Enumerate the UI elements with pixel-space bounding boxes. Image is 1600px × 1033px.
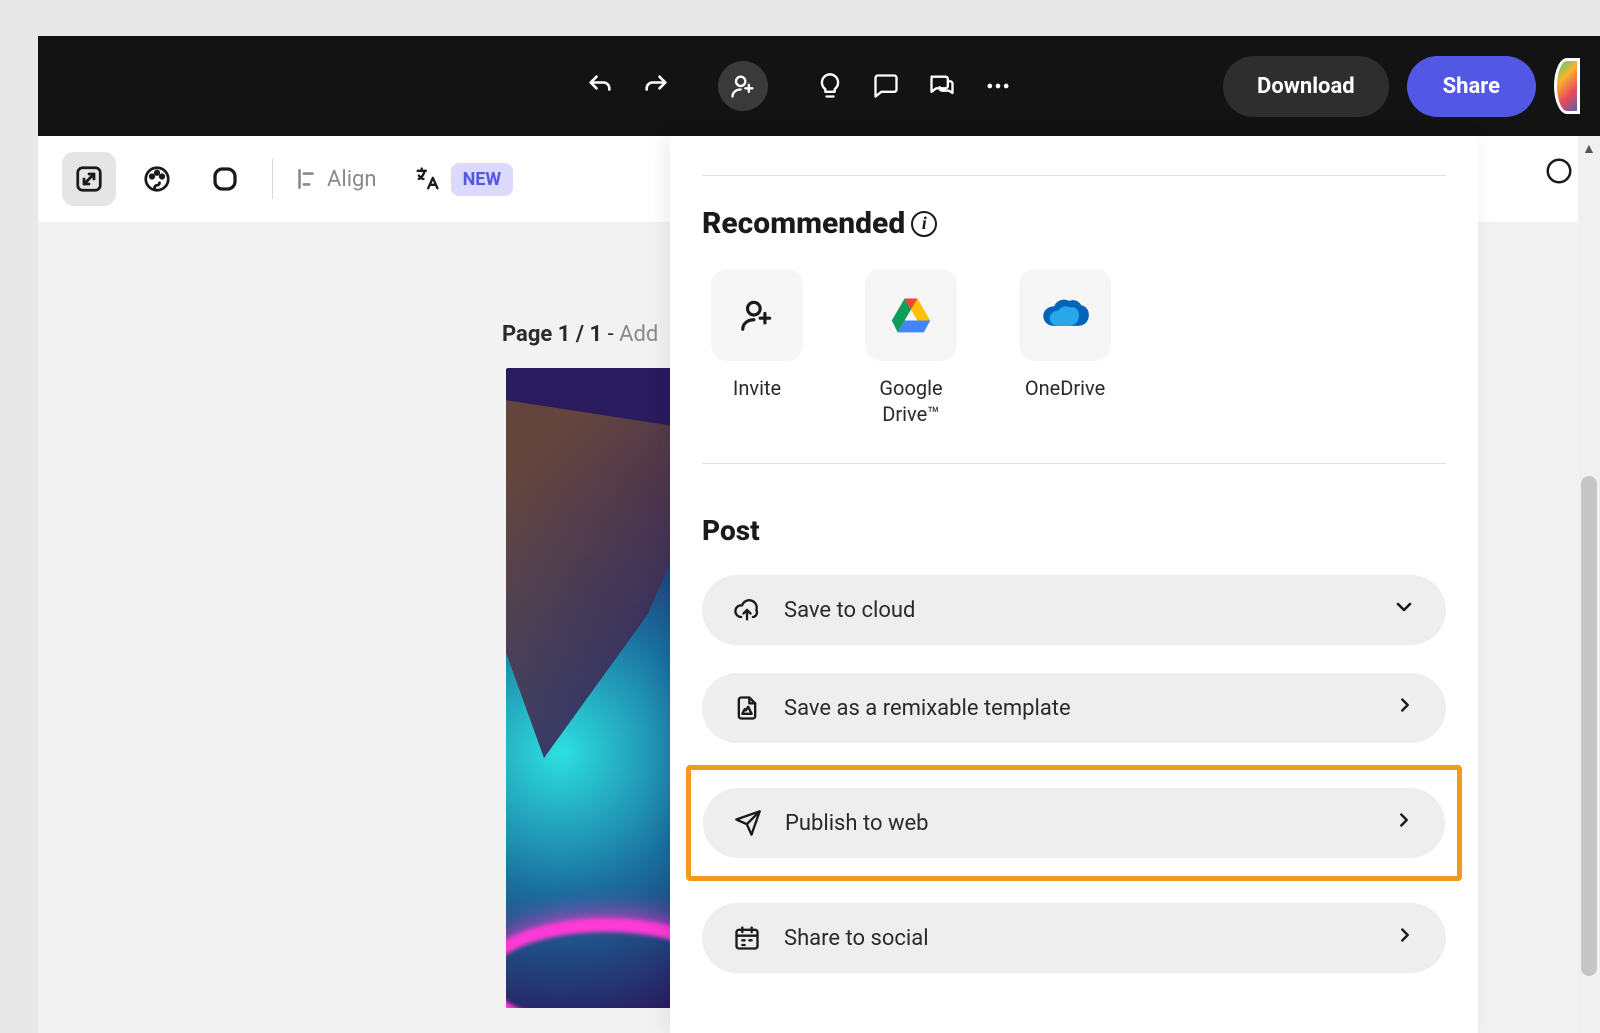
recommended-label: Recommended: [702, 206, 905, 241]
publish-to-web-row[interactable]: Publish to web: [703, 788, 1445, 858]
share-button[interactable]: Share: [1407, 56, 1536, 117]
undo-button[interactable]: [578, 64, 622, 108]
post-header: Post: [702, 514, 1446, 547]
chevron-right-icon: [1394, 694, 1416, 722]
chevron-right-icon: [1393, 809, 1415, 837]
tile-label: Invite: [733, 375, 781, 401]
chevron-down-icon: [1392, 595, 1416, 625]
top-bar: Download Share: [38, 36, 1600, 136]
comments-multi-button[interactable]: [920, 64, 964, 108]
app-frame: Download Share Align NEW Page 1 / 1 - Ad…: [38, 36, 1600, 1033]
more-button[interactable]: [976, 64, 1020, 108]
tile-label: Google Drive™: [856, 375, 966, 427]
translate-tool[interactable]: NEW: [413, 163, 514, 196]
shape-tool[interactable]: [198, 152, 252, 206]
row-label: Share to social: [784, 926, 929, 951]
scroll-thumb[interactable]: [1581, 476, 1597, 976]
onedrive-tile[interactable]: OneDrive: [1010, 269, 1120, 427]
avatar[interactable]: [1554, 58, 1580, 114]
download-button[interactable]: Download: [1223, 56, 1389, 117]
canvas-artwork[interactable]: [506, 368, 686, 1008]
info-icon[interactable]: i: [911, 211, 937, 237]
save-template-row[interactable]: Save as a remixable template: [702, 673, 1446, 743]
send-icon: [733, 808, 763, 838]
row-label: Publish to web: [785, 811, 929, 836]
page-indicator[interactable]: Page 1 / 1 - Add: [502, 322, 658, 347]
person-add-icon: [738, 296, 776, 334]
color-tool[interactable]: [130, 152, 184, 206]
chevron-right-icon: [1394, 924, 1416, 952]
tips-button[interactable]: [808, 64, 852, 108]
scroll-up-icon[interactable]: ▲: [1582, 140, 1596, 157]
recommended-tiles: Invite Google Drive™: [702, 269, 1446, 464]
publish-highlight: Publish to web: [686, 765, 1462, 881]
top-bar-icon-group: [578, 61, 1020, 111]
cloud-upload-icon: [732, 595, 762, 625]
google-drive-tile[interactable]: Google Drive™: [856, 269, 966, 427]
share-panel: Recommended i Invite Googl: [670, 136, 1478, 1033]
recommended-header: Recommended i: [702, 206, 1446, 241]
new-badge: NEW: [451, 163, 514, 196]
invite-tile[interactable]: Invite: [702, 269, 812, 427]
row-label: Save to cloud: [784, 598, 915, 623]
align-tool[interactable]: Align: [293, 166, 377, 192]
comment-button[interactable]: [864, 64, 908, 108]
save-to-cloud-row[interactable]: Save to cloud: [702, 575, 1446, 645]
calendar-icon: [732, 923, 762, 953]
page-title-placeholder: Add: [619, 322, 658, 347]
toolbar-divider: [272, 159, 273, 199]
resize-tool[interactable]: [62, 152, 116, 206]
tile-label: OneDrive: [1025, 375, 1105, 401]
template-icon: [732, 693, 762, 723]
align-label: Align: [327, 167, 377, 192]
redo-button[interactable]: [634, 64, 678, 108]
share-to-social-row[interactable]: Share to social: [702, 903, 1446, 973]
google-drive-icon: [889, 293, 933, 337]
page-number: Page 1 / 1: [502, 322, 602, 347]
onedrive-icon: [1039, 297, 1091, 333]
row-label: Save as a remixable template: [784, 696, 1071, 721]
scrollbar[interactable]: ▲: [1578, 136, 1600, 1033]
add-collaborator-button[interactable]: [718, 61, 768, 111]
partial-right-icon[interactable]: [1544, 156, 1574, 186]
